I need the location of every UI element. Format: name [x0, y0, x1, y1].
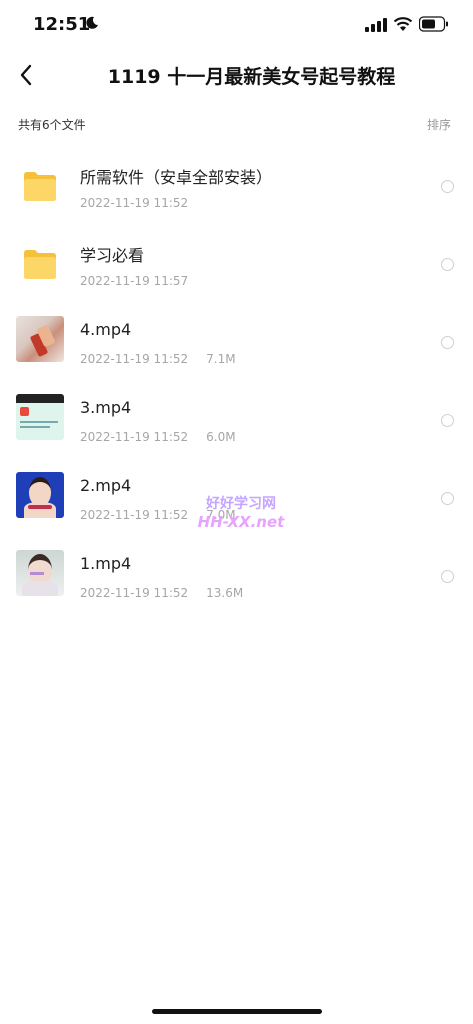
file-meta: 2022-11-19 11:52 7.0M: [80, 508, 236, 522]
file-date: 2022-11-19 11:52: [80, 352, 189, 366]
file-name: 4.mp4: [80, 320, 132, 339]
back-arrow-icon[interactable]: [16, 62, 38, 88]
file-size: 7.0M: [206, 508, 236, 522]
video-thumbnail: [16, 316, 64, 362]
battery-icon: [419, 16, 448, 32]
moon-icon: [86, 16, 98, 29]
file-name: 1.mp4: [80, 554, 132, 573]
file-row-folder-software[interactable]: 所需软件（安卓全部安装） 2022-11-19 11:52: [0, 146, 473, 224]
file-row-video-2[interactable]: 2.mp4 2022-11-19 11:52 7.0M: [0, 458, 473, 536]
file-summary-bar: 共有6个文件 排序: [0, 112, 473, 136]
file-name: 2.mp4: [80, 476, 132, 495]
file-name: 3.mp4: [80, 398, 132, 417]
status-bar: 12:51: [0, 0, 473, 50]
cellular-signal-icon: [365, 18, 387, 32]
file-size: 7.1M: [206, 352, 236, 366]
file-date: 2022-11-19 11:52: [80, 430, 189, 444]
select-radio[interactable]: [441, 414, 454, 427]
select-radio[interactable]: [441, 258, 454, 271]
select-radio[interactable]: [441, 336, 454, 349]
file-name: 所需软件（安卓全部安装）: [80, 168, 273, 187]
file-row-video-4[interactable]: 4.mp4 2022-11-19 11:52 7.1M: [0, 302, 473, 380]
file-meta: 2022-11-19 11:52 6.0M: [80, 430, 236, 444]
video-thumbnail: [16, 550, 64, 596]
file-meta: 2022-11-19 11:52 7.1M: [80, 352, 236, 366]
video-thumbnail: [16, 394, 64, 440]
file-row-video-3[interactable]: 3.mp4 2022-11-19 11:52 6.0M: [0, 380, 473, 458]
file-date: 2022-11-19 11:52: [80, 508, 189, 522]
file-meta: 2022-11-19 11:52 13.6M: [80, 586, 243, 600]
folder-icon: [24, 172, 56, 201]
nav-header: 1119 十一月最新美女号起号教程: [0, 50, 473, 100]
file-meta: 2022-11-19 11:57: [80, 274, 188, 288]
folder-icon: [24, 250, 56, 279]
file-date: 2022-11-19 11:52: [80, 196, 189, 210]
file-size: 6.0M: [206, 430, 236, 444]
file-row-video-1[interactable]: 1.mp4 2022-11-19 11:52 13.6M: [0, 536, 473, 614]
file-meta: 2022-11-19 11:52: [80, 196, 188, 210]
file-list: 所需软件（安卓全部安装） 2022-11-19 11:52 学习必看 2022-…: [0, 146, 473, 614]
file-size: 13.6M: [206, 586, 244, 600]
sort-button[interactable]: 排序: [427, 116, 451, 133]
page-title: 1119 十一月最新美女号起号教程: [107, 66, 396, 88]
select-radio[interactable]: [441, 492, 454, 505]
file-name: 学习必看: [80, 246, 145, 265]
video-thumbnail: [16, 472, 64, 518]
select-radio[interactable]: [441, 180, 454, 193]
home-indicator[interactable]: [152, 1009, 322, 1014]
select-radio[interactable]: [441, 570, 454, 583]
file-date: 2022-11-19 11:52: [80, 586, 189, 600]
file-count: 共有6个文件: [18, 118, 86, 132]
file-row-folder-study[interactable]: 学习必看 2022-11-19 11:57: [0, 224, 473, 302]
status-time: 12:51: [33, 14, 91, 35]
file-date: 2022-11-19 11:57: [80, 274, 189, 288]
wifi-icon: [393, 17, 413, 31]
